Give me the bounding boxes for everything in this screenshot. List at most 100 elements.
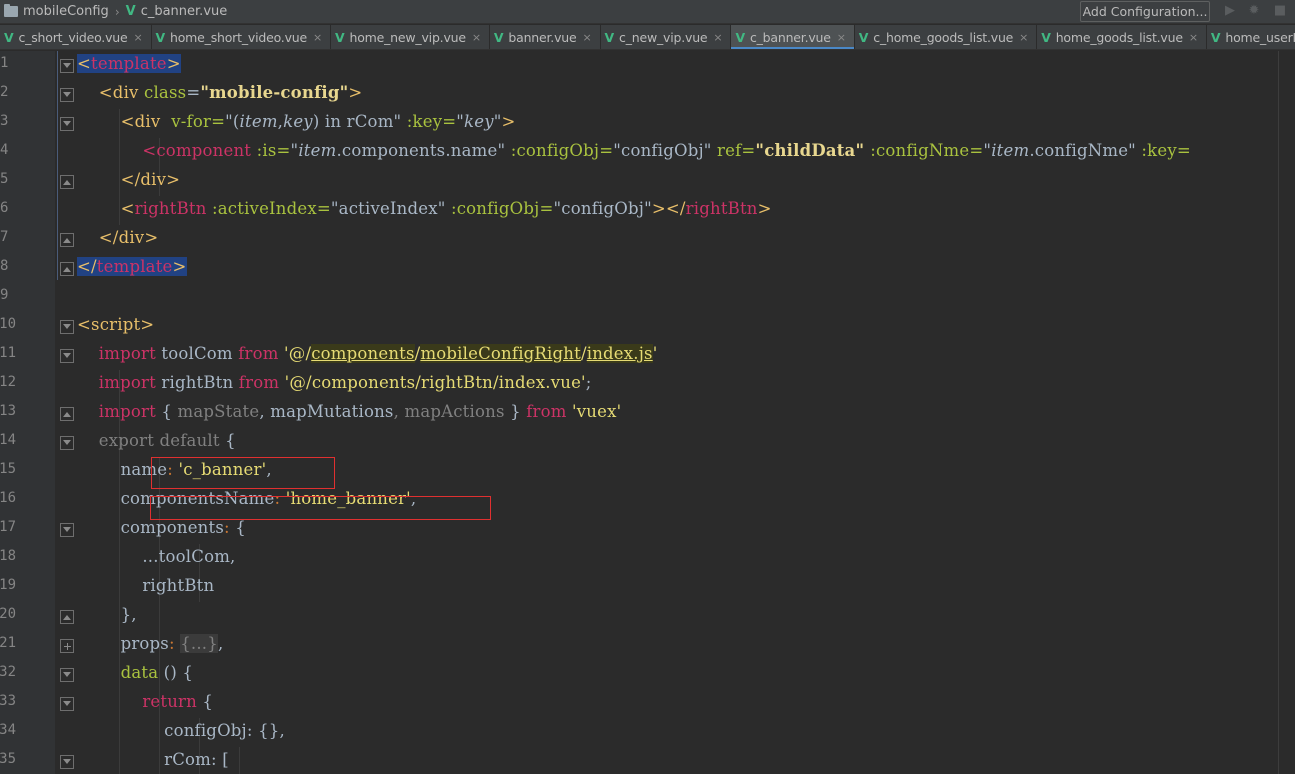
code-text[interactable]: components: {: [77, 518, 246, 537]
code-line[interactable]: 10 <script>: [0, 312, 1295, 341]
code-line[interactable]: 1 <template>: [0, 51, 1295, 80]
code-line[interactable]: 19 rightBtn: [0, 573, 1295, 602]
line-number: 21: [0, 635, 16, 651]
code-text[interactable]: },: [77, 605, 137, 624]
code-text[interactable]: import toolCom from '@/components/mobile…: [77, 344, 657, 363]
code-line[interactable]: 7 </div>: [0, 225, 1295, 254]
fold-toggle-icon[interactable]: [60, 59, 74, 73]
close-icon[interactable]: ×: [313, 31, 322, 44]
stop-icon[interactable]: ■: [1272, 3, 1288, 19]
tab-2[interactable]: Vhome_new_vip.vue ×: [331, 25, 490, 49]
line-number: 8: [0, 258, 9, 274]
code-line[interactable]: 14 export default {: [0, 428, 1295, 457]
code-token: return: [142, 692, 197, 711]
code-text[interactable]: export default {: [77, 431, 236, 450]
run-icon[interactable]: ▶: [1222, 3, 1238, 19]
code-editor[interactable]: 1 <template> 2 <div class="mobile-config">…: [0, 51, 1295, 774]
code-text[interactable]: ...toolCom,: [77, 547, 236, 566]
line-number: 12: [0, 374, 16, 390]
code-text[interactable]: <rightBtn :activeIndex="activeIndex" :co…: [77, 199, 772, 218]
code-line[interactable]: 21 props: {...},: [0, 631, 1295, 660]
line-number: 4: [0, 142, 9, 158]
close-icon[interactable]: ×: [583, 31, 592, 44]
code-line[interactable]: 6 <rightBtn :activeIndex="activeIndex" :…: [0, 196, 1295, 225]
fold-toggle-icon[interactable]: [60, 523, 74, 537]
close-icon[interactable]: ×: [837, 31, 846, 44]
code-text[interactable]: <div v-for="(item,key) in rCom" :key="ke…: [77, 112, 516, 131]
fold-toggle-icon[interactable]: [60, 407, 74, 421]
code-text[interactable]: <script>: [77, 315, 154, 334]
code-line[interactable]: 11 import toolCom from '@/components/mob…: [0, 341, 1295, 370]
code-text[interactable]: data () {: [77, 663, 193, 682]
code-line[interactable]: 20 },: [0, 602, 1295, 631]
code-token: export default: [98, 431, 220, 450]
code-line[interactable]: 34 configObj: {},: [0, 718, 1295, 747]
code-line[interactable]: 2 <div class="mobile-config">: [0, 80, 1295, 109]
code-line[interactable]: 35 rCom: [: [0, 747, 1295, 774]
code-line[interactable]: 3 <div v-for="(item,key) in rCom" :key="…: [0, 109, 1295, 138]
tab-label: home_short_video.vue: [170, 30, 307, 45]
fold-toggle-icon[interactable]: [60, 697, 74, 711]
code-token: {...}: [180, 634, 218, 653]
fold-toggle-icon[interactable]: [60, 349, 74, 363]
fold-toggle-icon[interactable]: [60, 262, 74, 276]
fold-toggle-icon[interactable]: [60, 668, 74, 682]
fold-toggle-icon[interactable]: [60, 88, 74, 102]
fold-toggle-icon[interactable]: [60, 320, 74, 334]
code-line[interactable]: 12 import rightBtn from '@/components/ri…: [0, 370, 1295, 399]
code-line[interactable]: 5 </div>: [0, 167, 1295, 196]
tab-7[interactable]: Vhome_goods_list.vue ×: [1037, 25, 1207, 49]
code-line[interactable]: 33 return {: [0, 689, 1295, 718]
code-text[interactable]: rightBtn: [77, 576, 214, 595]
tab-6[interactable]: Vc_home_goods_list.vue ×: [855, 25, 1038, 49]
breadcrumb-project[interactable]: mobileConfig: [0, 0, 113, 24]
fold-toggle-icon[interactable]: [60, 610, 74, 624]
close-icon[interactable]: ×: [472, 31, 481, 44]
fold-toggle-icon[interactable]: [60, 175, 74, 189]
close-icon[interactable]: ×: [1189, 31, 1198, 44]
code-text[interactable]: </template>: [77, 257, 187, 276]
code-text[interactable]: </div>: [77, 170, 180, 189]
code-line[interactable]: 8 </template>: [0, 254, 1295, 283]
code-text[interactable]: import { mapState, mapMutations, mapActi…: [77, 402, 621, 421]
tab-3[interactable]: Vbanner.vue ×: [490, 25, 601, 49]
tab-8[interactable]: Vhome_userInfo: [1207, 25, 1295, 49]
tab-1[interactable]: Vhome_short_video.vue ×: [152, 25, 332, 49]
code-text[interactable]: <template>: [77, 54, 181, 73]
code-text[interactable]: <div class="mobile-config">: [77, 83, 362, 102]
code-token: configObj: [621, 141, 704, 160]
code-token: childData: [764, 141, 856, 160]
fold-toggle-icon[interactable]: [60, 117, 74, 131]
close-icon[interactable]: ×: [1019, 31, 1028, 44]
close-icon[interactable]: ×: [134, 31, 143, 44]
code-text[interactable]: import rightBtn from '@/components/right…: [77, 373, 592, 392]
code-token: import: [98, 402, 156, 421]
tab-5[interactable]: Vc_banner.vue ×: [731, 25, 855, 49]
fold-toggle-icon[interactable]: [60, 233, 74, 247]
close-icon[interactable]: ×: [713, 31, 722, 44]
highlight-box-components-name: [150, 496, 491, 520]
code-line[interactable]: 9: [0, 283, 1295, 312]
code-line[interactable]: 18 ...toolCom,: [0, 544, 1295, 573]
code-text[interactable]: <component :is="item.components.name" :c…: [77, 141, 1191, 160]
code-token: index.js: [586, 344, 653, 363]
code-token: :key=: [1141, 141, 1191, 160]
breadcrumb-file[interactable]: V c_banner.vue: [122, 0, 232, 24]
code-text[interactable]: return {: [77, 692, 213, 711]
code-token: from: [526, 402, 567, 421]
fold-toggle-icon[interactable]: [60, 755, 74, 769]
code-text[interactable]: rCom: [: [77, 750, 229, 769]
code-text[interactable]: configObj: {},: [77, 721, 285, 740]
code-text[interactable]: </div>: [77, 228, 158, 247]
code-token: rightBtn: [134, 199, 207, 218]
code-line[interactable]: 32 data () {: [0, 660, 1295, 689]
code-line[interactable]: 4 <component :is="item.components.name" …: [0, 138, 1295, 167]
add-configuration-button[interactable]: Add Configuration...: [1080, 1, 1210, 22]
code-line[interactable]: 13 import { mapState, mapMutations, mapA…: [0, 399, 1295, 428]
tab-0[interactable]: Vc_short_video.vue ×: [0, 25, 152, 49]
fold-toggle-icon[interactable]: [60, 436, 74, 450]
fold-toggle-icon[interactable]: [60, 639, 74, 653]
tab-4[interactable]: Vc_new_vip.vue ×: [601, 25, 732, 49]
debug-icon[interactable]: ✹: [1246, 3, 1262, 19]
code-text[interactable]: props: {...},: [77, 634, 223, 653]
